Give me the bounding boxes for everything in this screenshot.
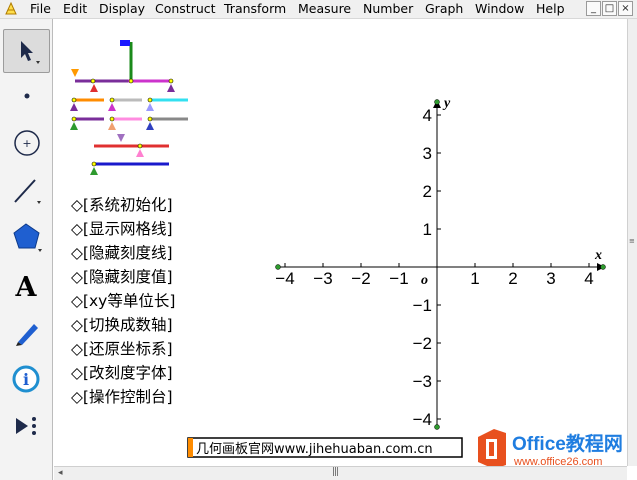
y-tick-label: 2 bbox=[423, 182, 432, 201]
button-control-console[interactable]: ◇[操作控制台] bbox=[71, 388, 173, 406]
x-axis-right-point[interactable] bbox=[600, 264, 606, 270]
svg-text:+: + bbox=[22, 137, 31, 150]
coordinate-system[interactable]: x y o −4 −3 −2 −1 1 2 3 4 4 3 2 1 −1 −2 −3 −4 bbox=[275, 96, 606, 430]
horizontal-scroll-grip[interactable]: ||| bbox=[332, 467, 339, 477]
text-tool-icon: A bbox=[14, 272, 37, 303]
panel-flag[interactable] bbox=[120, 40, 130, 46]
x-tick-label: 1 bbox=[470, 269, 479, 288]
office-watermark: Office教程网 www.office26.com bbox=[472, 426, 632, 470]
y-tick-label: −3 bbox=[413, 372, 432, 391]
slider-handle[interactable] bbox=[117, 134, 125, 142]
menu-transform[interactable]: Transform bbox=[224, 1, 286, 17]
information-tool[interactable]: i bbox=[3, 358, 50, 402]
point-tool-icon bbox=[24, 93, 29, 99]
point-tool[interactable] bbox=[3, 74, 50, 118]
button-restore-coordinates[interactable]: ◇[还原坐标系] bbox=[71, 340, 173, 358]
polygon-tool[interactable] bbox=[3, 216, 50, 260]
x-tick-label: −1 bbox=[389, 269, 408, 288]
menu-measure[interactable]: Measure bbox=[298, 1, 351, 17]
toolbox: + A i bbox=[0, 19, 53, 480]
x-tick-label: 3 bbox=[546, 269, 555, 288]
button-change-tick-font[interactable]: ◇[改刻度字体] bbox=[71, 364, 173, 382]
custom-tool[interactable] bbox=[3, 405, 50, 449]
menu-edit[interactable]: Edit bbox=[63, 1, 87, 17]
sketch-canvas[interactable]: ◇[系统初始化] ◇[显示网格线] ◇[隐藏刻度线] ◇[隐藏刻度值] ◇[xy… bbox=[54, 19, 632, 470]
x-axis-label: x bbox=[594, 248, 602, 263]
slider-handle[interactable] bbox=[167, 84, 175, 92]
y-tick-label: −2 bbox=[413, 334, 432, 353]
straightedge-tool[interactable] bbox=[3, 169, 50, 213]
button-hide-tick-marks[interactable]: ◇[隐藏刻度线] bbox=[71, 244, 173, 262]
x-tick-label: −3 bbox=[313, 269, 332, 288]
button-show-grid[interactable]: ◇[显示网格线] bbox=[71, 220, 173, 238]
y-axis-label: y bbox=[442, 96, 451, 111]
svg-text:A: A bbox=[14, 272, 37, 303]
menu-display[interactable]: Display bbox=[99, 1, 145, 17]
straightedge-tool-icon bbox=[13, 179, 41, 204]
scroll-left-icon[interactable]: ◂ bbox=[58, 468, 63, 478]
vertical-scrollbar[interactable]: ≡ bbox=[627, 19, 637, 466]
slider-handle[interactable] bbox=[90, 84, 98, 92]
button-hide-tick-values[interactable]: ◇[隐藏刻度值] bbox=[71, 268, 173, 286]
button-system-init[interactable]: ◇[系统初始化] bbox=[71, 196, 173, 214]
slider-handle[interactable] bbox=[70, 122, 78, 130]
button-equal-unit-length[interactable]: ◇[xy等单位长] bbox=[71, 292, 175, 310]
information-tool-icon: i bbox=[12, 365, 39, 393]
slider-handle[interactable] bbox=[136, 149, 144, 157]
watermark-brand: Office教程网 bbox=[512, 432, 623, 455]
y-axis-bottom-point[interactable] bbox=[434, 424, 440, 430]
menu-graph[interactable]: Graph bbox=[425, 1, 463, 17]
slider-handle[interactable] bbox=[70, 103, 78, 111]
y-tick-label: 1 bbox=[423, 220, 432, 239]
menu-help[interactable]: Help bbox=[536, 1, 565, 17]
slider-handle[interactable] bbox=[108, 122, 116, 130]
slider-handle[interactable] bbox=[71, 69, 79, 77]
menu-number[interactable]: Number bbox=[363, 1, 413, 17]
app-icon bbox=[5, 2, 17, 15]
menu-construct[interactable]: Construct bbox=[155, 1, 216, 17]
arrow-select-tool[interactable] bbox=[3, 29, 50, 73]
site-label-box: 几何画板官网www.jihehuaban.com.cn bbox=[187, 437, 463, 458]
horizontal-scrollbar[interactable]: ◂ ||| bbox=[54, 466, 627, 480]
text-tool[interactable]: A bbox=[3, 264, 50, 308]
x-tick-label: −2 bbox=[351, 269, 370, 288]
slider-handle[interactable] bbox=[146, 122, 154, 130]
y-tick-label: −4 bbox=[413, 410, 432, 429]
y-tick-label: 3 bbox=[423, 144, 432, 163]
polygon-tool-icon bbox=[12, 223, 42, 252]
sketch-svg: ◇[系统初始化] ◇[显示网格线] ◇[隐藏刻度线] ◇[隐藏刻度值] ◇[xy… bbox=[70, 40, 632, 470]
vertical-scroll-grip-icon[interactable]: ≡ bbox=[629, 237, 635, 245]
slider-handle[interactable] bbox=[146, 103, 154, 111]
slider-handle[interactable] bbox=[90, 167, 98, 175]
watermark-url: www.office26.com bbox=[513, 456, 602, 466]
y-axis-top-point[interactable] bbox=[434, 99, 440, 105]
marker-tool-icon bbox=[15, 324, 38, 346]
custom-tool-icon bbox=[15, 417, 36, 435]
compass-tool-icon: + bbox=[13, 130, 40, 156]
control-panel-widget[interactable] bbox=[70, 40, 188, 175]
y-tick-label: 4 bbox=[423, 106, 432, 125]
menu-window[interactable]: Window bbox=[475, 1, 524, 17]
site-label-text: 几何画板官网www.jihehuaban.com.cn bbox=[196, 441, 433, 457]
action-buttons: ◇[系统初始化] ◇[显示网格线] ◇[隐藏刻度线] ◇[隐藏刻度值] ◇[xy… bbox=[71, 196, 175, 406]
marker-tool[interactable] bbox=[3, 311, 50, 355]
compass-tool[interactable]: + bbox=[3, 121, 50, 165]
x-tick-label: −4 bbox=[275, 269, 294, 288]
menu-bar: File Edit Display Construct Transform Me… bbox=[0, 0, 637, 19]
restore-button[interactable]: □ bbox=[602, 1, 617, 16]
origin-label: o bbox=[421, 273, 428, 288]
arrow-select-tool-icon bbox=[20, 41, 40, 64]
y-tick-label: −1 bbox=[413, 296, 432, 315]
x-tick-label: 4 bbox=[584, 269, 593, 288]
minimize-button[interactable]: _ bbox=[586, 1, 601, 16]
button-switch-number-line[interactable]: ◇[切换成数轴] bbox=[71, 316, 173, 334]
slider-handle[interactable] bbox=[108, 103, 116, 111]
x-tick-label: 2 bbox=[508, 269, 517, 288]
menu-file[interactable]: File bbox=[30, 1, 51, 17]
svg-text:i: i bbox=[22, 370, 28, 389]
close-button[interactable]: × bbox=[618, 1, 633, 16]
